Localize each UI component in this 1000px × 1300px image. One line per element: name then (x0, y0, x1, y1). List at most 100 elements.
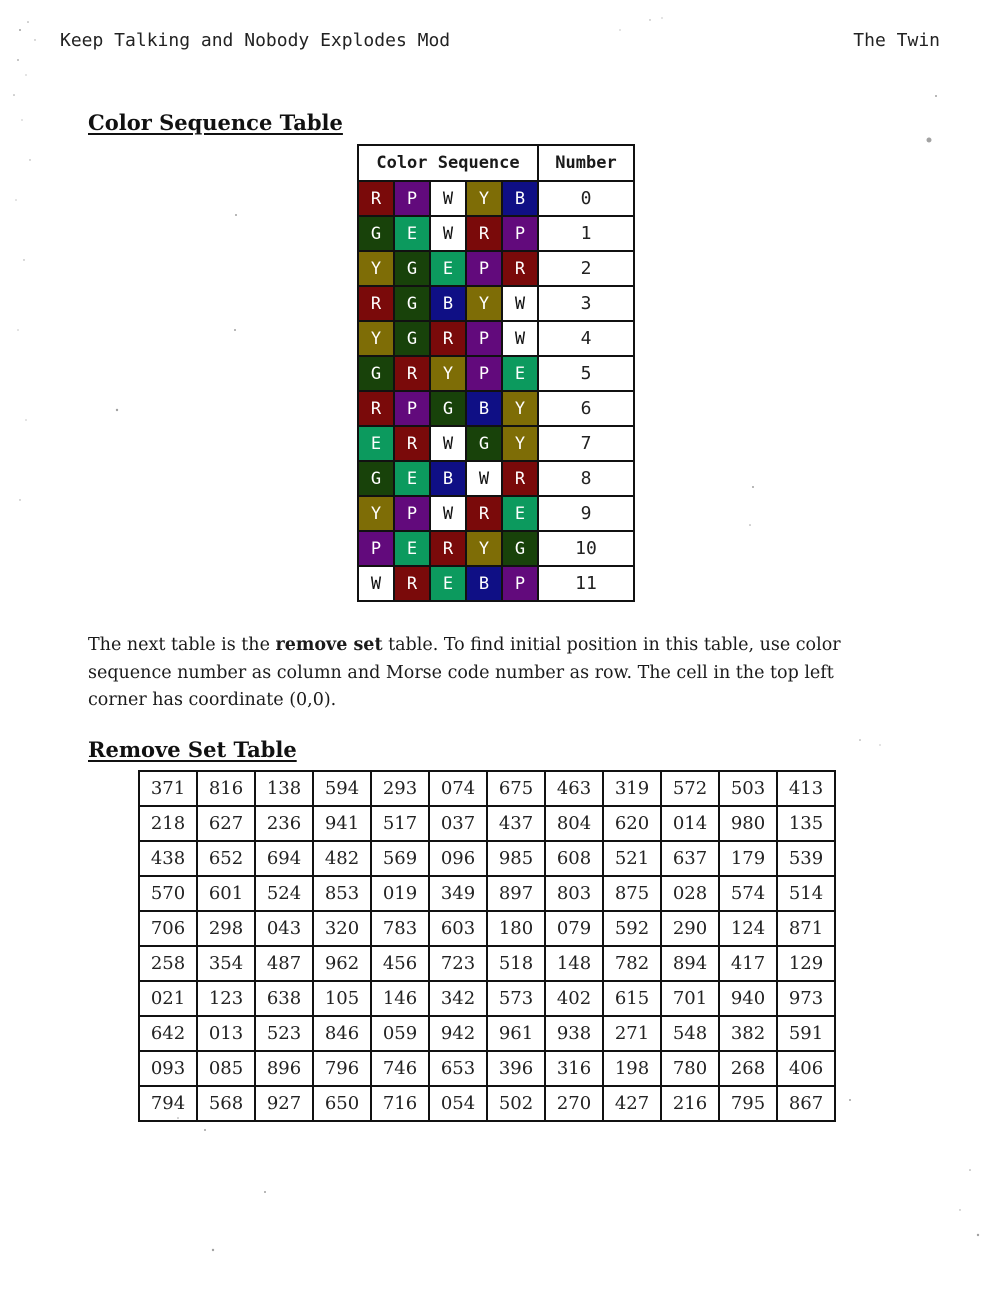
remove-set-cell: 105 (312, 980, 372, 1017)
remove-set-row: 258 354 487 962 456 723 518 148 782 894 417 129 (138, 945, 836, 982)
remove-set-cell: 463 (544, 770, 604, 807)
remove-set-cell: 701 (660, 980, 720, 1017)
color-cell: Y (501, 425, 539, 462)
color-cell: Y (501, 390, 539, 427)
remove-set-cell: 521 (602, 840, 662, 877)
remove-set-cell: 601 (196, 875, 256, 912)
remove-set-cell: 074 (428, 770, 488, 807)
remove-set-cell: 517 (370, 805, 430, 842)
remove-set-cell: 539 (776, 840, 836, 877)
sequence-number-cell: 7 (537, 425, 635, 462)
remove-set-cell: 620 (602, 805, 662, 842)
remove-set-cell: 290 (660, 910, 720, 947)
remove-set-cell: 179 (718, 840, 778, 877)
color-cell: R (393, 425, 431, 462)
remove-set-cell: 927 (254, 1085, 314, 1122)
remove-set-cell: 270 (544, 1085, 604, 1122)
remove-set-cell: 014 (660, 805, 720, 842)
color-cell: B (429, 285, 467, 322)
color-cell: R (357, 180, 395, 217)
remove-set-cell: 875 (602, 875, 662, 912)
remove-set-cell: 608 (544, 840, 604, 877)
remove-set-cell: 437 (486, 805, 546, 842)
color-sequence-row: W R E B P 11 (357, 565, 635, 602)
color-cell: W (501, 320, 539, 357)
remove-set-cell: 258 (138, 945, 198, 982)
color-cell: G (393, 285, 431, 322)
color-cell: E (357, 425, 395, 462)
remove-set-cell: 962 (312, 945, 372, 982)
header-title: Keep Talking and Nobody Explodes Mod (60, 30, 451, 51)
remove-set-cell: 514 (776, 875, 836, 912)
remove-set-cell: 642 (138, 1015, 198, 1052)
color-cell: G (393, 320, 431, 357)
color-cell: Y (357, 250, 395, 287)
remove-set-row: 218 627 236 941 517 037 437 804 620 014 980 135 (138, 805, 836, 842)
color-cell: Y (357, 320, 395, 357)
remove-set-cell: 782 (602, 945, 662, 982)
color-cell: G (393, 250, 431, 287)
color-sequence-row: YPWRE9 (357, 495, 635, 532)
remove-set-cell: 804 (544, 805, 604, 842)
color-sequence-row: GEBWR8 (357, 460, 635, 497)
color-cell: W (429, 425, 467, 462)
sequence-number-cell: 8 (537, 460, 635, 497)
remove-set-cell: 941 (312, 805, 372, 842)
remove-set-cell: 572 (660, 770, 720, 807)
sequence-number-cell: 2 (537, 250, 635, 287)
remove-set-cell: 570 (138, 875, 198, 912)
remove-set-cell: 591 (776, 1015, 836, 1052)
remove-set-cell: 897 (486, 875, 546, 912)
remove-set-cell: 573 (486, 980, 546, 1017)
remove-set-cell: 653 (428, 1050, 488, 1087)
color-cell: W (501, 285, 539, 322)
remove-set-cell: 594 (312, 770, 372, 807)
remove-set-cell: 942 (428, 1015, 488, 1052)
remove-set-cell: 019 (370, 875, 430, 912)
color-cell: G (357, 355, 395, 392)
color-cell: B (501, 180, 539, 217)
remove-set-cell: 652 (196, 840, 256, 877)
sequence-number-cell: 9 (537, 495, 635, 532)
remove-set-cell: 780 (660, 1050, 720, 1087)
paragraph-bold-term: remove set (275, 635, 383, 655)
remove-set-cell: 456 (370, 945, 430, 982)
header-module-name: The Twin (853, 30, 940, 51)
color-cell: P (501, 565, 539, 602)
color-cell: Y (429, 355, 467, 392)
remove-set-cell: 482 (312, 840, 372, 877)
remove-set-cell: 216 (660, 1085, 720, 1122)
remove-set-cell: 961 (486, 1015, 546, 1052)
remove-set-row: 706 298 043 320 783 603 180 079 592 290 124 871 (138, 910, 836, 947)
remove-set-cell: 548 (660, 1015, 720, 1052)
remove-set-cell: 783 (370, 910, 430, 947)
color-cell: E (393, 530, 431, 567)
remove-set-row: 570 601 524 853 019 349 897 803 875 028 574 514 (138, 875, 836, 912)
remove-set-cell: 013 (196, 1015, 256, 1052)
instruction-paragraph: The next table is the remove set table. … (88, 632, 898, 715)
color-cell: Y (465, 180, 503, 217)
color-cell: E (429, 250, 467, 287)
remove-set-cell: 093 (138, 1050, 198, 1087)
remove-set-row: 093 085 896 796 746 653 396 316 198 780 268 406 (138, 1050, 836, 1087)
remove-set-cell: 349 (428, 875, 488, 912)
remove-set-cell: 940 (718, 980, 778, 1017)
remove-set-cell: 129 (776, 945, 836, 982)
remove-set-cell: 135 (776, 805, 836, 842)
remove-set-cell: 079 (544, 910, 604, 947)
remove-set-cell: 028 (660, 875, 720, 912)
color-cell: G (501, 530, 539, 567)
remove-set-cell: 487 (254, 945, 314, 982)
color-cell: P (465, 320, 503, 357)
color-cell: Y (465, 285, 503, 322)
color-cell: R (501, 460, 539, 497)
remove-set-cell: 298 (196, 910, 256, 947)
paragraph-text-before: The next table is the (88, 635, 276, 655)
remove-set-cell: 524 (254, 875, 314, 912)
color-cell: R (393, 355, 431, 392)
remove-set-cell: 271 (602, 1015, 662, 1052)
color-cell: W (357, 565, 395, 602)
color-sequence-table: Color Sequence Number RPWYB0GEWRP1YGEPR2… (357, 144, 635, 602)
remove-set-cell: 148 (544, 945, 604, 982)
remove-set-cell: 402 (544, 980, 604, 1017)
